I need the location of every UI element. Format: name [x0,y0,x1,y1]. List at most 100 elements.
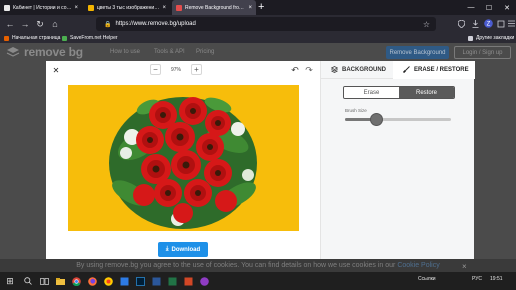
download-label: Download [171,246,201,253]
minimize-button[interactable]: — [462,0,480,15]
firefox-icon[interactable] [86,275,98,287]
remove-background-button[interactable]: Remove Background [386,46,449,59]
slider-handle[interactable] [370,113,384,126]
url-text[interactable]: https://www.remove.bg/upload [115,21,422,27]
editor-sidebar: BACKGROUND ERASE / RESTORE Erase Restore… [320,61,475,259]
tab-favicon [4,4,10,11]
folder-icon [468,35,473,41]
zoom-control: − 97% + [150,64,202,75]
erase-mode-button[interactable]: Erase [344,87,399,98]
cookie-policy-link[interactable]: Cookie Policy [397,262,439,269]
download-icon[interactable] [470,18,480,29]
tab-close-icon[interactable]: × [74,5,78,11]
tab-close-icon[interactable]: × [248,5,252,11]
yandex-icon[interactable] [102,275,114,287]
excel-icon[interactable] [166,275,178,287]
nav-how-to-use[interactable]: How to use [110,49,140,55]
download-icon: ⤓ [165,246,169,252]
photoshop-icon[interactable] [134,275,146,287]
tab-favicon [88,4,94,11]
maximize-button[interactable]: ☐ [480,0,498,15]
tab-label: цветы 3 тыс изображений ( [97,4,160,11]
tab-erase-restore-label: ERASE / RESTORE [414,67,469,73]
redo-icon[interactable]: ↷ [304,65,314,75]
zoom-value: 97% [170,66,181,73]
logo-text: remove bg [24,45,83,59]
bookmark-start-page[interactable]: Начальная страница [4,35,60,41]
extension-icon[interactable] [496,18,506,29]
restore-mode-button[interactable]: Restore [399,87,454,98]
bookmark-favicon [62,35,67,41]
page-content: remove bg How to use Tools & API Pricing… [0,43,516,272]
bookmark-star-icon[interactable]: ☆ [423,20,430,29]
image-canvas[interactable] [68,85,299,231]
tab-close-icon[interactable]: × [162,5,166,11]
account-icon[interactable]: Z [483,18,493,29]
tab-label: Кабинет | Истории и событи [13,4,71,11]
bookmark-other[interactable]: Другие закладки [468,35,514,41]
tab-3-active[interactable]: Remove Background from Ima × [172,0,256,15]
explorer-icon[interactable] [54,275,66,287]
close-modal-button[interactable]: ✕ [50,64,62,76]
back-icon[interactable]: ← [3,17,17,31]
bookmark-label: Другие закладки [476,35,515,41]
site-header: remove bg How to use Tools & API Pricing… [0,43,516,63]
nav-pricing[interactable]: Pricing [196,49,214,55]
shield-icon[interactable] [456,18,466,29]
media-icon[interactable] [198,275,210,287]
zoom-out-button[interactable]: − [150,64,161,75]
tab-background-label: BACKGROUND [342,67,386,73]
word-icon[interactable] [150,275,162,287]
navigation-bar: ← → ↻ ⌂ 🔒 https://www.remove.bg/upload ☆… [0,15,516,33]
tab-label: Remove Background from Ima [185,4,245,11]
svg-text:Z: Z [486,22,490,28]
menu-icon[interactable] [506,18,516,29]
flower-bouquet-image [109,97,257,229]
editor-canvas-panel: − 97% + ↶ ↷ ⤓ Download [46,61,320,259]
layers-icon [330,65,339,75]
windows-taskbar: ⊞ Ссылки РУС 19:51 [0,272,516,290]
brush-size-slider[interactable] [345,113,451,126]
start-button[interactable]: ⊞ [4,275,16,287]
chrome-icon[interactable] [70,275,82,287]
brush-size-label: Brush Size [345,108,367,113]
removebg-logo[interactable]: remove bg [6,45,83,59]
logo-icon [6,46,20,57]
tab-background[interactable]: BACKGROUND [321,61,393,79]
tab-strip: Кабинет | Истории и событи × цветы 3 тыс… [0,0,516,15]
bookmarks-bar: Начальная страница SaveFrom.net Helper Д… [0,33,516,43]
new-tab-button[interactable]: + [258,1,264,14]
nav-tools-api[interactable]: Tools & API [154,49,185,55]
cookie-text: By using remove.bg you agree to the use … [76,262,396,269]
editor-tabs: BACKGROUND ERASE / RESTORE [321,61,475,79]
cookie-close-icon[interactable]: × [462,262,467,271]
home-icon[interactable]: ⌂ [48,17,62,31]
cookie-banner: By using remove.bg you agree to the use … [0,259,516,272]
bookmark-label: Начальная страница [12,35,61,41]
lock-icon: 🔒 [104,21,112,28]
taskview-icon[interactable] [38,275,50,287]
search-icon[interactable] [22,275,34,287]
bookmark-favicon [4,35,9,41]
links-toolbar[interactable]: Ссылки [418,276,436,282]
brush-icon [402,65,410,75]
bookmark-savefrom[interactable]: SaveFrom.net Helper [62,35,118,41]
url-bar[interactable]: 🔒 https://www.remove.bg/upload ☆ [96,17,436,31]
zoom-in-button[interactable]: + [191,64,202,75]
tab-erase-restore[interactable]: ERASE / RESTORE [393,61,475,79]
login-button[interactable]: Login / Sign up [454,46,511,59]
app-icon[interactable] [118,275,130,287]
tab-2[interactable]: цветы 3 тыс изображений ( × [84,0,170,15]
language-indicator[interactable]: РУС [472,276,482,282]
forward-icon[interactable]: → [18,17,32,31]
clock[interactable]: 19:51 [490,276,503,282]
bookmark-label: SaveFrom.net Helper [70,35,118,41]
reload-icon[interactable]: ↻ [33,17,47,31]
close-window-button[interactable]: ✕ [498,0,516,15]
undo-icon[interactable]: ↶ [290,65,300,75]
tab-1[interactable]: Кабинет | Истории и событи × [0,0,82,15]
tab-favicon [176,4,182,11]
erase-restore-toggle: Erase Restore [343,86,455,99]
powerpoint-icon[interactable] [182,275,194,287]
download-button[interactable]: ⤓ Download [158,242,208,257]
